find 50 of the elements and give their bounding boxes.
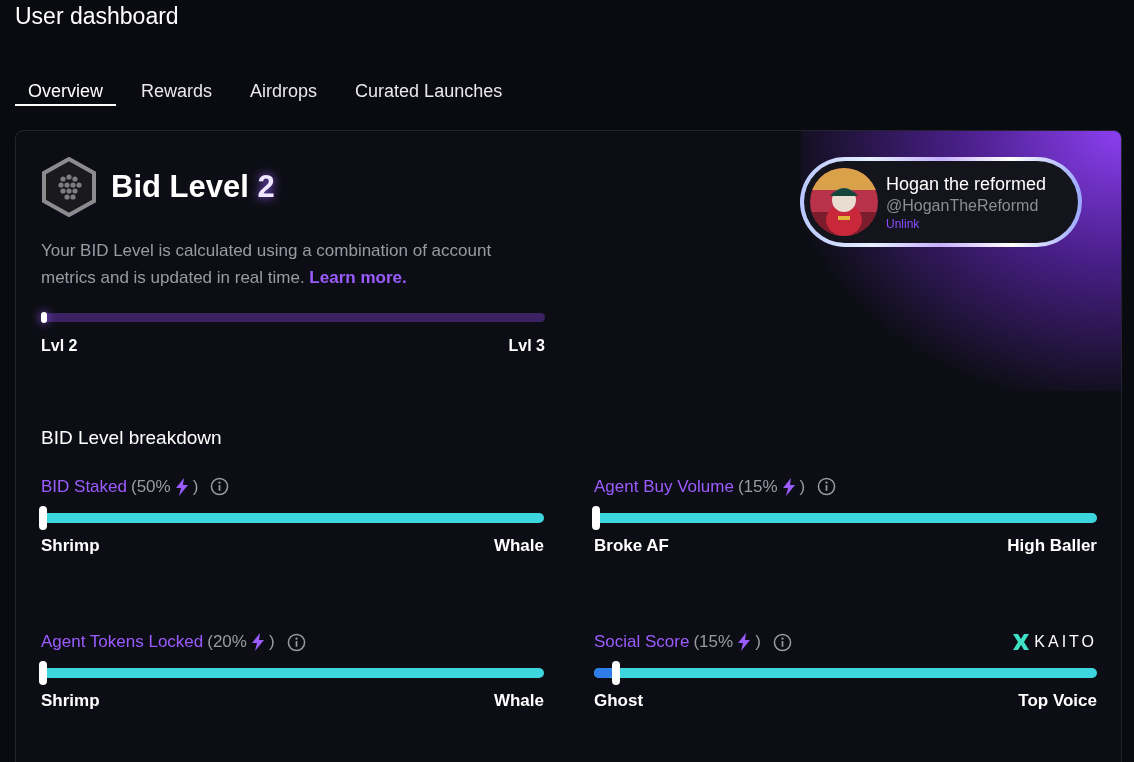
metric-name: Social Score <box>594 631 690 654</box>
metric-weight-close: ) <box>192 475 199 498</box>
metric-weight: (20% <box>207 631 247 654</box>
metric-slider[interactable] <box>41 660 544 686</box>
progress-start-label: Lvl 2 <box>41 336 78 356</box>
page-title: User dashboard <box>15 2 180 30</box>
scale-high-label: Top Voice <box>1018 690 1097 712</box>
tab[interactable]: Airdrops <box>237 78 331 106</box>
metric-weight: (15% <box>737 475 778 498</box>
metric-name: Agent Tokens Locked <box>41 631 204 654</box>
level-number: 2 <box>257 168 275 204</box>
level-description: Your BID Level is calculated using a combination of account metrics and is updated in real time. Learn more. <box>41 240 493 289</box>
scale-low-label: Ghost <box>594 690 644 712</box>
lightning-icon <box>174 477 189 496</box>
metric-weight-close: ) <box>268 631 275 654</box>
scale-low-label: Broke AF <box>594 534 669 557</box>
info-icon[interactable] <box>817 477 837 496</box>
level-badge-icon <box>41 157 97 217</box>
metric-weight: (50% <box>131 475 171 498</box>
profile-handle: @HoganTheReformd <box>886 196 1040 216</box>
lightning-icon <box>737 633 752 651</box>
metric-name: BID Staked <box>41 475 127 498</box>
metric-slider[interactable] <box>41 504 544 531</box>
profile-name: Hogan the reformed <box>886 173 1047 195</box>
tab[interactable]: Rewards <box>128 78 226 106</box>
partner-logo-icon <box>1012 633 1031 651</box>
progress-end-label: Lvl 3 <box>508 336 545 356</box>
metric-slider[interactable] <box>594 660 1097 686</box>
metric-slider[interactable] <box>594 504 1097 531</box>
scale-high-label: Whale <box>493 690 544 712</box>
lightning-icon <box>250 633 265 651</box>
info-icon[interactable] <box>772 632 792 652</box>
metric-name: Agent Buy Volume <box>594 475 734 498</box>
level-title: Bid Level <box>111 168 249 204</box>
scale-low-label: Shrimp <box>41 690 100 712</box>
learn-more-link[interactable]: Learn more. <box>309 268 407 287</box>
scale-low-label: Shrimp <box>41 534 100 557</box>
partner-name: KAITO <box>1034 632 1097 652</box>
scale-high-label: High Baller <box>1007 534 1097 557</box>
tab[interactable]: Overview <box>15 78 116 106</box>
scale-high-label: Whale <box>493 534 544 557</box>
breakdown-title: BID Level breakdown <box>41 426 223 450</box>
tab[interactable]: Curated Launches <box>342 78 516 106</box>
metric-weight-close: ) <box>755 631 761 654</box>
metric-weight-close: ) <box>799 475 806 498</box>
info-icon[interactable] <box>210 477 230 496</box>
metric-weight: (15% <box>693 631 734 654</box>
unlink-link[interactable]: Unlink <box>886 217 1047 231</box>
info-icon[interactable] <box>286 632 306 652</box>
lightning-icon <box>781 477 796 496</box>
